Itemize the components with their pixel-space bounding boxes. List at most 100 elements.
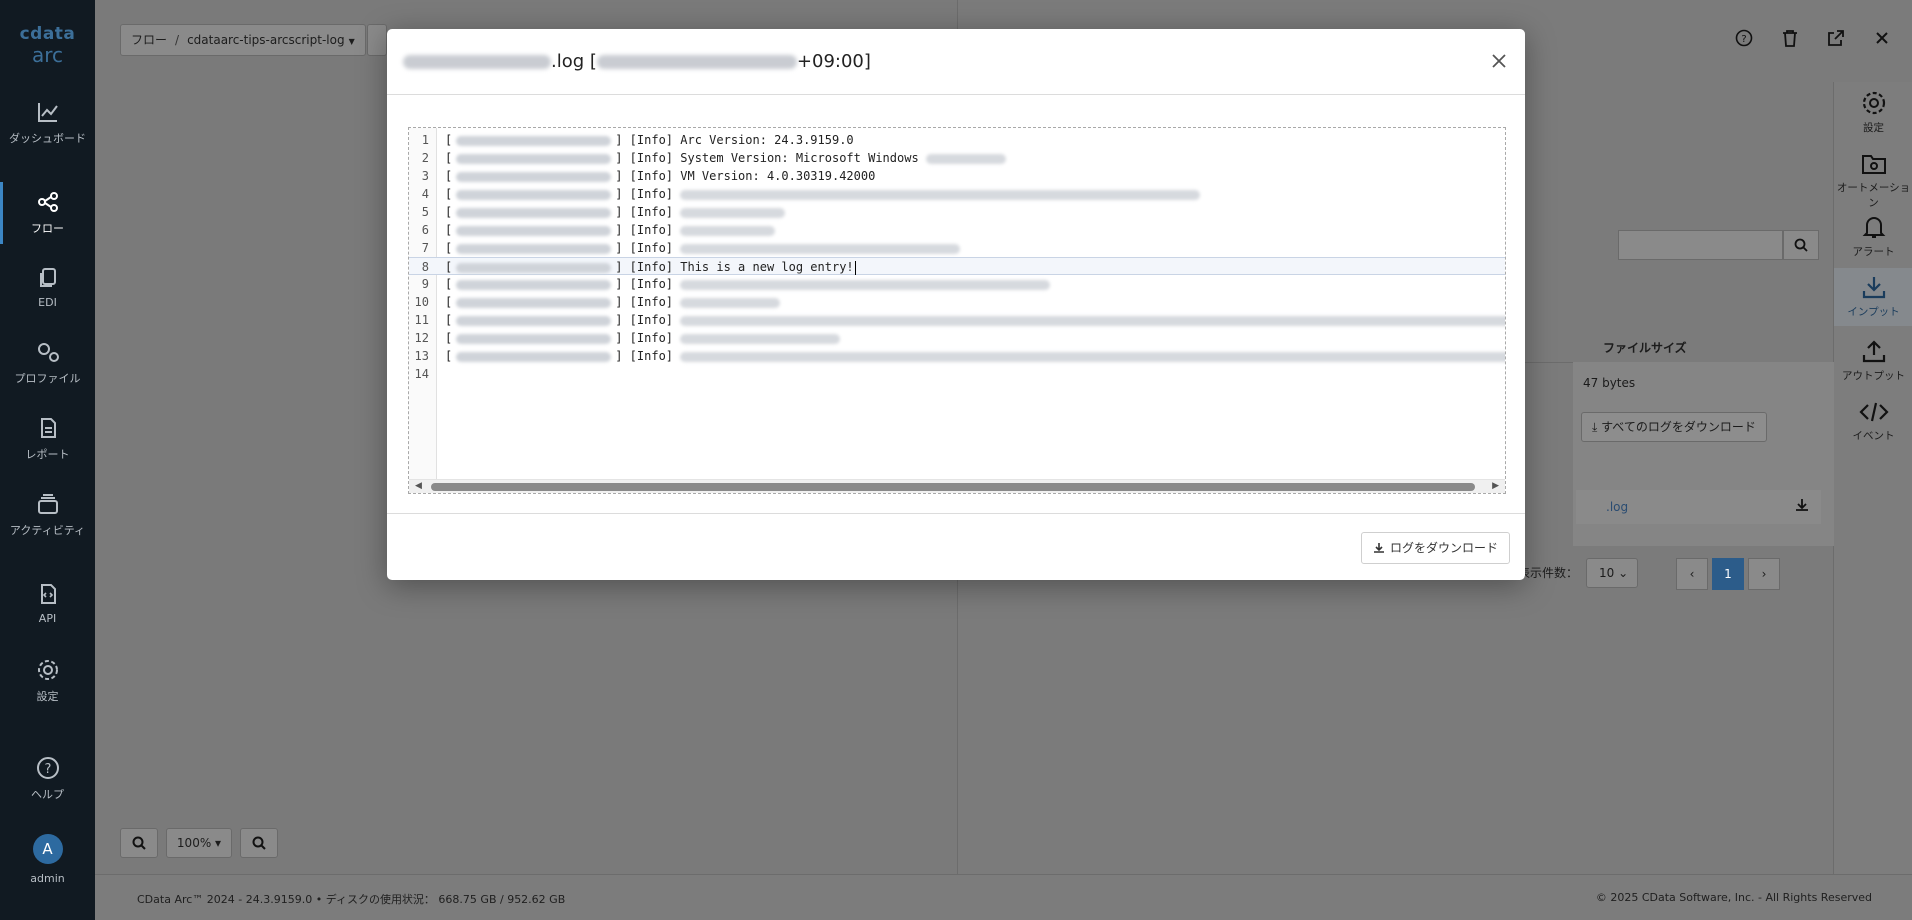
scrollbar-thumb[interactable]: [431, 483, 1475, 491]
line-number: 10: [414, 295, 429, 309]
log-file-link[interactable]: .log: [1606, 500, 1628, 514]
page-size-select[interactable]: 10 ⌄: [1586, 558, 1638, 588]
footer: CData Arc™ 2024 - 24.3.9159.0 • ディスクの使用状…: [95, 874, 1912, 920]
redacted-timestamp: [456, 315, 612, 326]
tab-automation[interactable]: オートメーション: [1834, 152, 1912, 210]
trash-icon: [1783, 30, 1797, 47]
zoom-in-icon: [132, 836, 146, 850]
redacted-text: [680, 351, 1505, 362]
redacted-timestamp: [456, 333, 612, 344]
user-filter-button[interactable]: [367, 24, 387, 56]
download-all-label: すべてのログをダウンロード: [1601, 420, 1756, 434]
download-all-logs-button[interactable]: ⤓ すべてのログをダウンロード: [1581, 412, 1767, 442]
tab-settings[interactable]: 設定: [1834, 90, 1912, 135]
nav-item-help[interactable]: ? ヘルプ: [0, 756, 95, 802]
user-name: admin: [30, 872, 65, 885]
log-line: 9 [] [Info]: [409, 275, 1505, 293]
delete-button[interactable]: [1780, 28, 1800, 48]
tab-alerts[interactable]: アラート: [1834, 214, 1912, 259]
nav-item-edi[interactable]: EDI: [0, 266, 95, 309]
tab-events[interactable]: イベント: [1834, 400, 1912, 443]
svg-text:?: ?: [1741, 34, 1746, 45]
user-menu[interactable]: A admin: [0, 834, 95, 885]
nav-item-settings[interactable]: 設定: [0, 658, 95, 704]
download-log-label: ログをダウンロード: [1389, 541, 1498, 555]
download-icon[interactable]: [1795, 498, 1809, 515]
redacted-text: [680, 207, 786, 218]
avatar: A: [32, 834, 63, 864]
nav-item-api[interactable]: API: [0, 582, 95, 625]
line-content: [] [Info]: [445, 311, 1505, 329]
redacted-text: [680, 225, 776, 236]
log-line: 6 [] [Info]: [409, 221, 1505, 239]
gear-icon: [1862, 91, 1885, 115]
log-line: 1 [] [Info] Arc Version: 24.3.9159.0: [409, 131, 1505, 149]
nav-item-report[interactable]: レポート: [0, 416, 95, 462]
redacted-filename: [403, 55, 551, 69]
redacted-timestamp: [456, 171, 612, 182]
page-size-value: 10: [1599, 566, 1615, 580]
text-cursor: [854, 260, 856, 275]
tab-output[interactable]: アウトプット: [1834, 338, 1912, 383]
log-file-row[interactable]: .log: [1576, 490, 1821, 524]
line-content: [] [Info]: [445, 203, 786, 221]
line-number: 12: [414, 331, 429, 345]
next-page-button[interactable]: ›: [1748, 558, 1780, 590]
nav-label: ダッシュボード: [9, 132, 86, 145]
bell-icon: [1862, 217, 1885, 238]
nav-item-profile[interactable]: プロファイル: [0, 340, 95, 386]
page-button[interactable]: 1: [1712, 558, 1744, 590]
breadcrumb[interactable]: フロー / cdataarc-tips-arcscript-log ▼: [120, 24, 366, 56]
code-icon: [1858, 402, 1889, 422]
redacted-text: [680, 315, 1505, 326]
line-content: [] [Info]: [445, 185, 1201, 203]
redacted-timestamp: [456, 135, 612, 146]
line-number: 5: [421, 205, 429, 219]
tab-input[interactable]: インプット: [1834, 268, 1912, 326]
log-editor[interactable]: 1 [] [Info] Arc Version: 24.3.9159.0 2 [] …: [408, 127, 1506, 494]
zoom-in-button[interactable]: [120, 828, 158, 858]
svg-text:?: ?: [44, 762, 51, 777]
log-search-input[interactable]: [1618, 230, 1783, 260]
line-content: [] [Info]: [445, 221, 776, 239]
scroll-left-icon[interactable]: ◀: [415, 481, 422, 491]
close-modal-button[interactable]: [1487, 49, 1511, 73]
open-external-button[interactable]: [1826, 28, 1846, 48]
line-text: ] [Info] System Version: Microsoft Windo…: [615, 151, 919, 165]
log-line: 13 [] [Info]: [409, 347, 1505, 365]
table-header: ファイルサイズ: [1488, 335, 1818, 363]
line-text: ] [Info]: [615, 187, 674, 201]
download-log-button[interactable]: ログをダウンロード: [1360, 532, 1510, 564]
line-number: 3: [421, 169, 429, 183]
line-number: 4: [421, 187, 429, 201]
breadcrumb-current[interactable]: cdataarc-tips-arcscript-log: [187, 33, 345, 47]
close-panel-button[interactable]: [1872, 28, 1892, 48]
modal-footer-divider: [387, 513, 1525, 514]
chart-line-icon: [37, 103, 58, 122]
breadcrumb-root[interactable]: フロー: [131, 33, 167, 47]
modal-title: .log [+09:00]: [403, 51, 871, 72]
nav-item-activity[interactable]: アクティビティ: [0, 492, 95, 538]
log-line-current[interactable]: 8 [] [Info] This is a new log entry!: [409, 257, 1505, 275]
zoom-out-button[interactable]: [240, 828, 278, 858]
tab-label: イベント: [1852, 430, 1895, 442]
nav-label: プロファイル: [14, 372, 81, 385]
panel-side-tabs: 設定 オートメーション アラート インプット アウトプット イベント: [1833, 82, 1912, 874]
line-number: 11: [414, 313, 429, 327]
nav-item-dashboard[interactable]: ダッシュボード: [0, 100, 95, 146]
help-button[interactable]: ?: [1734, 28, 1754, 48]
redacted-timestamp: [456, 351, 612, 362]
upload-icon: [1862, 340, 1885, 363]
search-button[interactable]: [1783, 230, 1819, 260]
scroll-right-icon[interactable]: ▶: [1492, 481, 1499, 491]
horizontal-scrollbar[interactable]: ◀ ▶: [409, 479, 1505, 493]
nav-item-flow[interactable]: フロー: [0, 182, 95, 244]
column-header-file-size[interactable]: ファイルサイズ: [1603, 339, 1687, 356]
download-icon: ⤓: [1592, 420, 1598, 434]
redacted-timestamp: [456, 243, 612, 254]
prev-page-button[interactable]: ‹: [1676, 558, 1708, 590]
zoom-select[interactable]: 100% ▾: [166, 828, 232, 858]
folder-gear-icon: [1861, 155, 1886, 174]
line-content: [] [Info]: [445, 329, 841, 347]
line-text: ] [Info] VM Version: 4.0.30319.42000: [615, 169, 876, 183]
